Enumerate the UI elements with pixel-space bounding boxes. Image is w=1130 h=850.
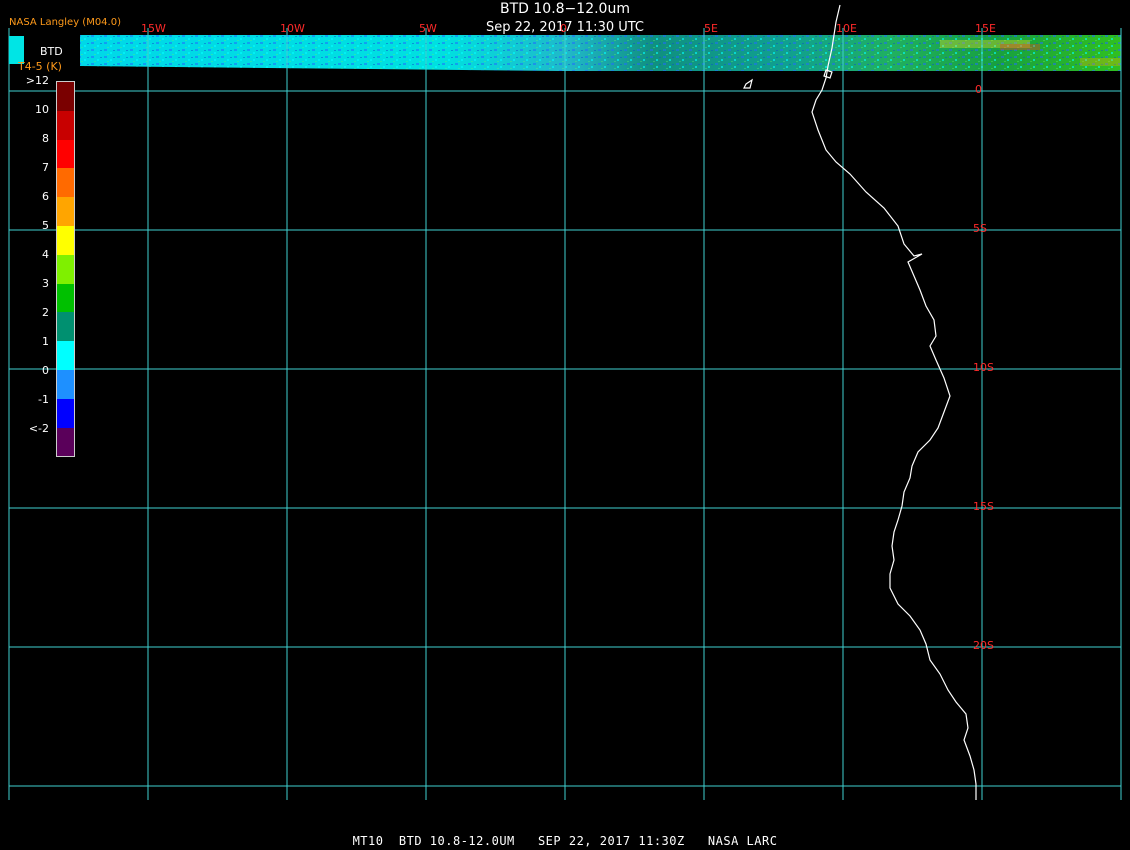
longitude-label: 5W — [419, 22, 437, 35]
legend-color-segment — [57, 427, 74, 457]
lat-lon-grid — [8, 28, 1122, 800]
legend-color-segment — [57, 398, 74, 428]
longitude-label: 10W — [280, 22, 305, 35]
latitude-label: 5S — [973, 222, 987, 235]
longitude-label: 10E — [836, 22, 857, 35]
longitude-label: 15E — [975, 22, 996, 35]
map-canvas — [8, 4, 1122, 800]
legend-label: 8 — [42, 132, 49, 145]
satellite-swath — [80, 35, 1121, 71]
latitude-label: 15S — [973, 500, 994, 513]
legend-label: 4 — [42, 248, 49, 261]
map-title: BTD 10.8−12.0um — [500, 1, 630, 17]
legend-color-segment — [57, 283, 74, 313]
legend-color-segment — [57, 341, 74, 370]
legend-label: >12 — [25, 74, 49, 87]
legend-color-segment — [57, 312, 74, 342]
legend-title: BTD — [40, 45, 63, 58]
legend-color-segment — [57, 225, 74, 255]
legend-color-segment — [57, 254, 74, 284]
longitude-label: 15W — [141, 22, 166, 35]
provider-label: NASA Langley (M04.0) — [9, 17, 121, 28]
legend-label: <-2 — [28, 422, 49, 435]
legend-color-segment — [57, 82, 74, 111]
africa-coastline — [743, 4, 977, 800]
legend-label: 6 — [42, 190, 49, 203]
footer-caption: MT10 BTD 10.8-12.0UM SEP 22, 2017 11:30Z… — [352, 834, 778, 848]
legend-label: 5 — [42, 219, 49, 232]
legend-color-segment — [57, 197, 74, 226]
legend-label: 3 — [42, 277, 49, 290]
legend-color-segment — [57, 369, 74, 399]
latitude-label: 20S — [973, 639, 994, 652]
legend-label: 0 — [42, 364, 49, 377]
latitude-label: 0 — [975, 83, 982, 96]
color-scale-bar — [56, 81, 75, 458]
legend-label: 1 — [42, 335, 49, 348]
legend-units: T4-5 (K) — [18, 60, 62, 73]
legend-color-segment — [57, 168, 74, 198]
longitude-label: 5E — [704, 22, 718, 35]
legend-label: 2 — [42, 306, 49, 319]
legend-color-segment — [57, 110, 74, 140]
latitude-label: 10S — [973, 361, 994, 374]
longitude-label: 0 — [560, 22, 567, 35]
legend-label: 10 — [35, 103, 49, 116]
legend-label: -1 — [38, 393, 49, 406]
legend-label: 7 — [42, 161, 49, 174]
legend-color-segment — [57, 139, 74, 169]
